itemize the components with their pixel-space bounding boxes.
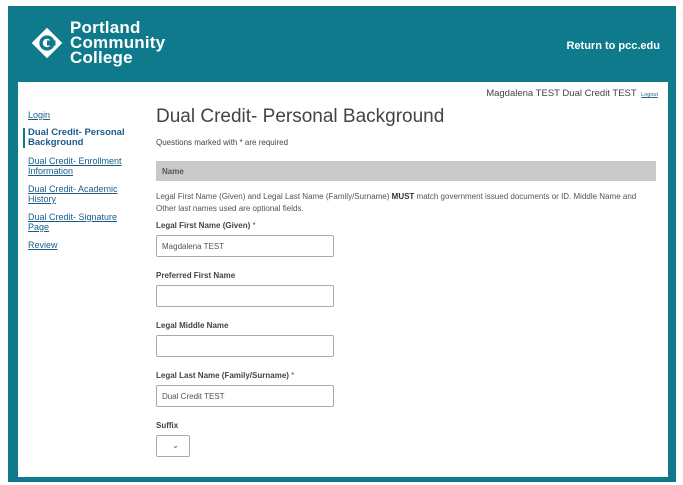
suffix-label: Suffix [156,421,179,430]
suffix-select[interactable]: ⌄ [156,435,190,457]
first-name-label: Legal First Name (Given) * [156,221,656,230]
sidebar-item-signature-page[interactable]: Dual Credit- Signature Page [28,212,138,232]
site-header: Portland Community College Return to pcc… [8,6,676,82]
required-marker: * [291,371,295,380]
main-form: Dual Credit- Personal Background Questio… [156,106,656,457]
logo-line-3: College [70,48,133,67]
sidebar-item-personal-background[interactable]: Dual Credit- Personal Background [23,128,138,148]
sidebar-item-academic-history[interactable]: Dual Credit- Academic History [28,184,138,204]
preferred-name-label: Preferred First Name [156,271,236,280]
intro-text-must: MUST [391,192,415,201]
sidebar-item-login[interactable]: Login [28,110,138,120]
section-header-name: Name [156,161,656,181]
return-to-pcc-link[interactable]: Return to pcc.edu [566,40,660,52]
required-marker: * [252,221,256,230]
page-title: Dual Credit- Personal Background [156,106,445,127]
first-name-input[interactable] [156,235,334,257]
sidebar-item-enrollment-information[interactable]: Dual Credit- Enrollment Information [28,156,138,176]
middle-name-input[interactable] [156,335,334,357]
logout-link[interactable]: Logout [641,92,658,98]
last-name-label: Legal Last Name (Family/Surname) * [156,371,656,380]
user-name: Magdalena TEST Dual Credit TEST [486,88,637,99]
required-note: Questions marked with * are required [156,138,289,147]
sidebar-nav: Login Dual Credit- Personal Background D… [23,110,138,258]
last-name-label-text: Legal Last Name (Family/Surname) [156,371,289,380]
name-instructions: Legal First Name (Given) and Legal Last … [156,191,656,215]
user-bar: Magdalena TEST Dual Credit TEST Logout [486,88,658,99]
middle-name-label: Legal Middle Name [156,321,229,330]
intro-text-start: Legal First Name (Given) and Legal Last … [156,192,392,201]
pcc-logo-icon [31,27,63,58]
first-name-label-text: Legal First Name (Given) [156,221,251,230]
last-name-input[interactable] [156,385,334,407]
logo-wordmark: Portland Community College [70,19,165,67]
chevron-down-icon: ⌄ [172,441,179,450]
content-panel: Magdalena TEST Dual Credit TEST Logout L… [18,82,668,477]
pcc-logo[interactable]: Portland Community College [30,19,165,67]
sidebar-item-review[interactable]: Review [28,240,138,250]
preferred-name-input[interactable] [156,285,334,307]
